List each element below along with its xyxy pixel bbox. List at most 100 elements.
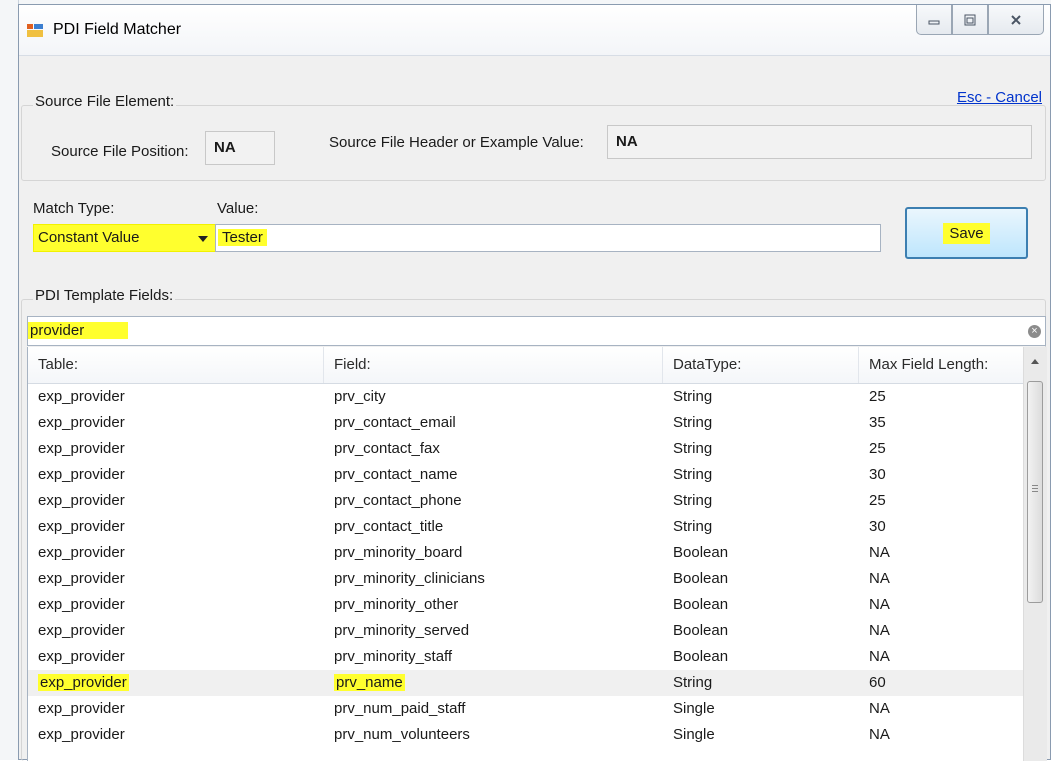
cell-table: exp_provider bbox=[38, 492, 125, 509]
source-header-text: NA bbox=[616, 133, 638, 150]
cell-max-length: NA bbox=[869, 544, 890, 561]
table-row[interactable]: exp_provider prv_minority_clinicians Boole… bbox=[28, 566, 1024, 592]
save-button-label: Save bbox=[943, 222, 990, 244]
source-position-value: NA bbox=[205, 131, 275, 165]
cell-datatype: String bbox=[673, 674, 713, 691]
cell-field: prv_contact_phone bbox=[334, 492, 462, 509]
source-header-value: NA bbox=[607, 125, 1032, 159]
cell-table: exp_provider bbox=[38, 596, 125, 613]
window-controls bbox=[916, 5, 1044, 35]
window-title: PDI Field Matcher bbox=[53, 21, 182, 38]
table-row[interactable]: exp_provider prv_num_paid_staff Single NA bbox=[28, 696, 1024, 722]
cell-field: prv_contact_name bbox=[334, 466, 458, 483]
cell-max-length: NA bbox=[869, 596, 890, 613]
value-input-text: Tester bbox=[218, 229, 267, 246]
app-icon bbox=[27, 24, 43, 37]
title-bar[interactable]: PDI Field Matcher bbox=[19, 5, 1050, 56]
cell-field: prv_minority_board bbox=[334, 544, 463, 561]
cell-table: exp_provider bbox=[38, 518, 125, 535]
template-fields-grid[interactable]: Table: Field: DataType: Max Field Length… bbox=[27, 347, 1047, 761]
scroll-up-arrow-icon[interactable] bbox=[1031, 359, 1039, 364]
cell-table: exp_provider bbox=[38, 466, 125, 483]
cell-max-length: 35 bbox=[869, 414, 886, 431]
cell-max-length: 30 bbox=[869, 518, 886, 535]
vertical-scrollbar[interactable] bbox=[1023, 347, 1047, 761]
chevron-down-icon bbox=[198, 236, 208, 242]
cell-datatype: Boolean bbox=[673, 544, 729, 561]
cell-datatype: String bbox=[673, 388, 713, 405]
cell-field: prv_num_paid_staff bbox=[334, 700, 466, 717]
cell-field: prv_city bbox=[334, 388, 386, 405]
cell-field: prv_minority_staff bbox=[334, 648, 453, 665]
match-type-value: Constant Value bbox=[38, 229, 140, 246]
table-row[interactable]: exp_provider prv_minority_served Boolean NA bbox=[28, 618, 1024, 644]
cell-field: prv_contact_email bbox=[334, 414, 456, 431]
cell-max-length: NA bbox=[869, 726, 890, 743]
cell-field: prv_name bbox=[334, 674, 405, 691]
source-position-text: NA bbox=[214, 139, 236, 156]
table-row[interactable]: exp_provider prv_contact_fax String 25 bbox=[28, 436, 1024, 462]
cell-table: exp_provider bbox=[38, 726, 125, 743]
esc-cancel-link[interactable]: Esc - Cancel bbox=[957, 89, 1042, 106]
cell-table: exp_provider bbox=[38, 622, 125, 639]
cell-max-length: 60 bbox=[869, 674, 886, 691]
template-search-text: provider bbox=[28, 322, 129, 339]
table-row[interactable]: exp_provider prv_city String 25 bbox=[28, 384, 1024, 410]
minimize-button[interactable] bbox=[916, 5, 952, 35]
template-fields-label: PDI Template Fields: bbox=[33, 287, 176, 304]
table-row[interactable]: exp_provider prv_num_volunteers Single NA bbox=[28, 722, 1024, 748]
match-type-dropdown[interactable]: Constant Value bbox=[33, 224, 217, 252]
cell-max-length: 25 bbox=[869, 440, 886, 457]
cell-datatype: Boolean bbox=[673, 622, 729, 639]
cell-field: prv_contact_fax bbox=[334, 440, 440, 457]
table-row[interactable]: exp_provider prv_contact_email String 35 bbox=[28, 410, 1024, 436]
grip-icon bbox=[1032, 485, 1038, 486]
cell-field: prv_contact_title bbox=[334, 518, 444, 535]
cell-table: exp_provider bbox=[38, 674, 129, 691]
cell-table: exp_provider bbox=[38, 648, 125, 665]
cell-datatype: Single bbox=[673, 700, 715, 717]
cell-field: prv_num_volunteers bbox=[334, 726, 470, 743]
table-row[interactable]: exp_provider prv_contact_name String 30 bbox=[28, 462, 1024, 488]
table-row[interactable]: exp_provider prv_minority_other Boolean NA bbox=[28, 592, 1024, 618]
maximize-button[interactable] bbox=[952, 5, 988, 35]
cell-max-length: 25 bbox=[869, 388, 886, 405]
maximize-icon bbox=[964, 14, 976, 25]
cell-table: exp_provider bbox=[38, 440, 125, 457]
clear-search-icon[interactable]: × bbox=[1028, 325, 1041, 338]
cell-max-length: 30 bbox=[869, 466, 886, 483]
cell-datatype: String bbox=[673, 440, 713, 457]
column-header-field[interactable]: Field: bbox=[324, 347, 663, 383]
desktop-background-left bbox=[0, 0, 19, 760]
save-button[interactable]: Save bbox=[905, 207, 1028, 259]
cell-table: exp_provider bbox=[38, 570, 125, 587]
cell-field: prv_minority_served bbox=[334, 622, 470, 639]
column-header-datatype[interactable]: DataType: bbox=[663, 347, 859, 383]
source-header-label: Source File Header or Example Value: bbox=[329, 134, 584, 151]
template-search-input[interactable]: provider × bbox=[27, 316, 1046, 346]
table-row[interactable]: exp_provider prv_contact_phone String 25 bbox=[28, 488, 1024, 514]
table-row[interactable]: exp_provider prv_minority_board Boolean NA bbox=[28, 540, 1024, 566]
cell-datatype: Single bbox=[673, 726, 715, 743]
column-header-table[interactable]: Table: bbox=[28, 347, 324, 383]
cell-datatype: String bbox=[673, 414, 713, 431]
cell-datatype: String bbox=[673, 492, 713, 509]
scrollbar-thumb[interactable] bbox=[1027, 381, 1043, 603]
cell-field: prv_minority_clinicians bbox=[334, 570, 485, 587]
grid-header: Table: Field: DataType: Max Field Length… bbox=[28, 347, 1024, 384]
cell-datatype: Boolean bbox=[673, 570, 729, 587]
cell-table: exp_provider bbox=[38, 700, 125, 717]
column-header-max-length[interactable]: Max Field Length: bbox=[859, 347, 1024, 383]
cell-max-length: NA bbox=[869, 648, 890, 665]
value-input[interactable]: Tester bbox=[215, 224, 881, 252]
cell-max-length: 25 bbox=[869, 492, 886, 509]
value-label: Value: bbox=[217, 200, 259, 217]
table-row[interactable]: exp_provider prv_name String 60 bbox=[28, 670, 1024, 696]
cell-datatype: Boolean bbox=[673, 648, 729, 665]
table-row[interactable]: exp_provider prv_contact_title String 30 bbox=[28, 514, 1024, 540]
close-button[interactable] bbox=[988, 5, 1044, 35]
cell-table: exp_provider bbox=[38, 544, 125, 561]
table-row[interactable]: exp_provider prv_minority_staff Boolean NA bbox=[28, 644, 1024, 670]
close-icon bbox=[1011, 14, 1021, 25]
cell-field: prv_minority_other bbox=[334, 596, 459, 613]
